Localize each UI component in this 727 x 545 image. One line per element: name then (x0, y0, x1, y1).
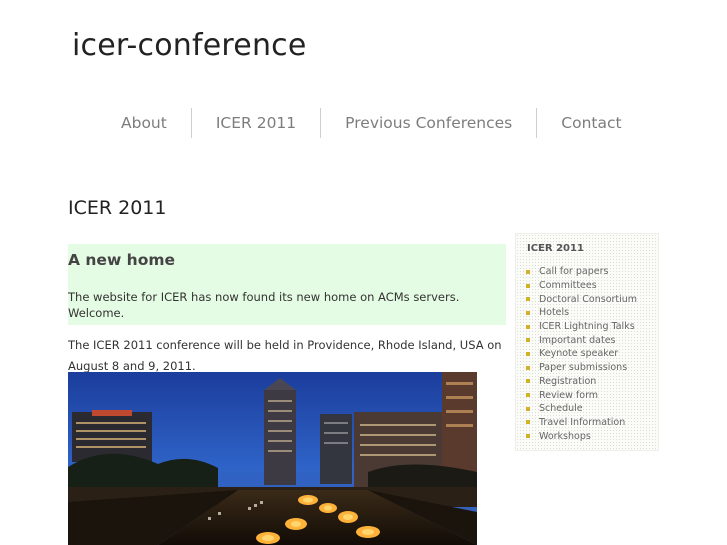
sidebar-item-label[interactable]: Call for papers (539, 266, 608, 277)
sidebar-item-travel-information[interactable]: Travel Information (526, 416, 658, 430)
providence-night-photo (68, 372, 477, 545)
sidebar-item-doctoral-consortium[interactable]: Doctoral Consortium (526, 292, 658, 306)
sidebar-item-label[interactable]: Paper submissions (539, 362, 627, 373)
nav-item-icer-2011[interactable]: ICER 2011 (192, 108, 320, 138)
sidebar-item-keynote-speaker[interactable]: Keynote speaker (526, 347, 658, 361)
bullet-icon (526, 393, 530, 398)
bullet-icon (526, 379, 530, 384)
announcement-heading: A new home (68, 251, 176, 269)
sidebar-item-schedule[interactable]: Schedule (526, 402, 658, 416)
sidebar-item-label[interactable]: ICER Lightning Talks (539, 321, 635, 332)
sidebar-item-label[interactable]: Schedule (539, 403, 583, 414)
announcement-box: A new home The website for ICER has now … (68, 244, 506, 325)
sidebar-item-label[interactable]: Important dates (539, 335, 616, 346)
sidebar-item-important-dates[interactable]: Important dates (526, 333, 658, 347)
bullet-icon (526, 297, 530, 302)
sidebar-item-label[interactable]: Doctoral Consortium (539, 294, 637, 305)
bullet-icon (526, 351, 530, 356)
sidebar-item-registration[interactable]: Registration (526, 375, 658, 389)
sidebar-item-label[interactable]: Review form (539, 390, 598, 401)
sidebar-item-paper-submissions[interactable]: Paper submissions (526, 361, 658, 375)
sidebar-item-lightning-talks[interactable]: ICER Lightning Talks (526, 320, 658, 334)
sidebar-title: ICER 2011 (527, 243, 584, 254)
sidebar-item-label[interactable]: Keynote speaker (539, 348, 618, 359)
bullet-icon (526, 269, 530, 274)
bullet-icon (526, 406, 530, 411)
sidebar-item-committees[interactable]: Committees (526, 279, 658, 293)
sidebar-item-review-form[interactable]: Review form (526, 388, 658, 402)
nav-item-about[interactable]: About (97, 108, 191, 138)
sidebar-item-label[interactable]: Committees (539, 280, 597, 291)
bullet-icon (526, 365, 530, 370)
site-title[interactable]: icer-conference (72, 28, 307, 63)
bullet-icon (526, 283, 530, 288)
sidebar-item-call-for-papers[interactable]: Call for papers (526, 265, 658, 279)
bullet-icon (526, 434, 530, 439)
main-nav: About ICER 2011 Previous Conferences Con… (97, 108, 646, 138)
page-title: ICER 2011 (68, 197, 167, 219)
sidebar-item-workshops[interactable]: Workshops (526, 429, 658, 443)
bullet-icon (526, 324, 530, 329)
city-skyline-image (68, 372, 477, 545)
bullet-icon (526, 338, 530, 343)
bullet-icon (526, 310, 530, 315)
main-content: A new home The website for ICER has now … (68, 244, 506, 377)
sidebar-link-list: Call for papers Committees Doctoral Cons… (516, 265, 658, 443)
sidebar-item-hotels[interactable]: Hotels (526, 306, 658, 320)
announcement-text: The website for ICER has now found its n… (68, 290, 460, 320)
nav-item-contact[interactable]: Contact (537, 108, 645, 138)
sidebar-item-label[interactable]: Travel Information (539, 417, 625, 428)
sidebar-item-label[interactable]: Workshops (539, 431, 591, 442)
sidebar-item-label[interactable]: Registration (539, 376, 596, 387)
sidebar-item-label[interactable]: Hotels (539, 307, 569, 318)
bullet-icon (526, 420, 530, 425)
nav-item-previous-conferences[interactable]: Previous Conferences (321, 108, 536, 138)
sidebar: ICER 2011 Call for papers Committees Doc… (515, 233, 659, 451)
conference-info-text: The ICER 2011 conference will be held in… (68, 338, 502, 373)
